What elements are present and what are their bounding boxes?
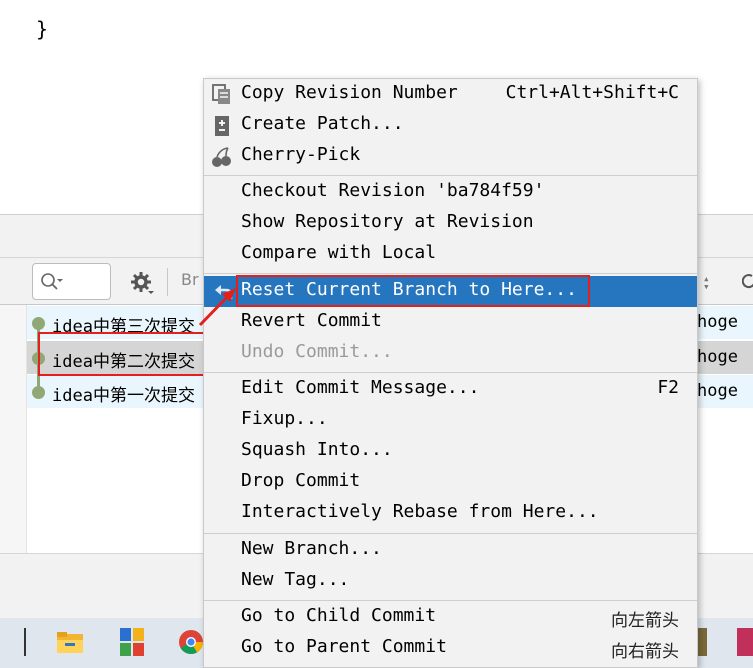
menu-item-squash-into[interactable]: Squash Into... xyxy=(204,436,697,467)
menu-item-shortcut: F2 xyxy=(657,377,679,398)
menu-item-fixup[interactable]: Fixup... xyxy=(204,405,697,436)
menu-item-label: Show Repository at Revision xyxy=(241,211,534,232)
chrome-icon[interactable] xyxy=(178,629,204,655)
menu-item-label: Checkout Revision 'ba784f59' xyxy=(241,180,545,201)
menu-item-go-parent[interactable]: Go to Parent Commit 向右箭头 xyxy=(204,633,697,664)
menu-item-label: Cherry-Pick xyxy=(241,144,361,165)
menu-item-shortcut: Ctrl+Alt+Shift+C xyxy=(505,82,679,103)
annotation-arrow xyxy=(198,288,236,327)
taskbar-separator xyxy=(24,628,26,656)
menu-item-create-patch[interactable]: Create Patch... xyxy=(204,110,697,141)
menu-separator xyxy=(204,533,697,534)
menu-item-label: Compare with Local xyxy=(241,242,437,263)
menu-item-edit-message[interactable]: Edit Commit Message... F2 xyxy=(204,374,697,405)
log-gutter xyxy=(0,305,27,553)
folder-icon[interactable] xyxy=(56,630,84,654)
menu-separator xyxy=(204,600,697,601)
menu-item-label: Drop Commit xyxy=(241,470,361,491)
menu-item-go-child[interactable]: Go to Child Commit 向左箭头 xyxy=(204,602,697,633)
menu-item-cherry-pick[interactable]: Cherry-Pick xyxy=(204,141,697,172)
menu-highlight-box xyxy=(236,275,590,307)
app-tiles-icon[interactable] xyxy=(120,628,144,656)
commit-author: hoge xyxy=(697,312,738,332)
menu-item-label: Go to Parent Commit xyxy=(241,636,447,657)
commit-author: hoge xyxy=(697,381,738,401)
menu-item-label: Squash Into... xyxy=(241,439,393,460)
menu-item-label: Undo Commit... xyxy=(241,341,393,362)
menu-item-new-tag[interactable]: New Tag... xyxy=(204,566,697,597)
menu-item-label: Copy Revision Number xyxy=(241,82,458,103)
menu-item-label: Revert Commit xyxy=(241,310,382,331)
menu-item-label: Interactively Rebase from Here... xyxy=(241,501,599,522)
menu-item-undo-commit: Undo Commit... xyxy=(204,338,697,369)
menu-item-drop-commit[interactable]: Drop Commit xyxy=(204,467,697,498)
menu-item-label: Create Patch... xyxy=(241,113,404,134)
menu-item-label: New Tag... xyxy=(241,569,350,590)
menu-separator xyxy=(204,175,697,176)
taskbar-app-icon[interactable] xyxy=(737,628,753,656)
taskbar-app-icon[interactable] xyxy=(697,628,707,656)
menu-item-shortcut: 向左箭头 xyxy=(611,611,679,631)
code-line-fragment xyxy=(0,0,753,12)
menu-item-copy-revision[interactable]: Copy Revision Number Ctrl+Alt+Shift+C xyxy=(204,79,697,110)
code-line-partial xyxy=(0,0,753,12)
closing-brace: } xyxy=(36,17,49,41)
commit-graph-node xyxy=(32,386,45,399)
patch-icon xyxy=(215,116,229,136)
copy-icon xyxy=(212,84,230,104)
sort-dropdown-icon[interactable]: ▴ ▾ xyxy=(703,273,715,292)
menu-item-compare-local[interactable]: Compare with Local xyxy=(204,239,697,270)
menu-item-checkout-revision[interactable]: Checkout Revision 'ba784f59' xyxy=(204,177,697,208)
refresh-icon[interactable] xyxy=(742,268,753,296)
menu-item-shortcut: 向右箭头 xyxy=(611,642,679,662)
commit-message: idea中第一次提交 xyxy=(52,386,195,406)
commit-graph-node xyxy=(32,317,45,330)
menu-separator xyxy=(204,372,697,373)
menu-item-new-branch[interactable]: New Branch... xyxy=(204,535,697,566)
toolbar-divider xyxy=(167,268,168,296)
cherry-icon xyxy=(212,147,231,167)
context-menu: Copy Revision Number Ctrl+Alt+Shift+C Cr… xyxy=(203,78,698,668)
menu-item-label: Go to Child Commit xyxy=(241,605,437,626)
menu-item-interactive-rebase[interactable]: Interactively Rebase from Here... xyxy=(204,498,697,529)
commit-author: hoge xyxy=(697,347,738,367)
gear-icon[interactable] xyxy=(129,270,155,296)
menu-item-revert-commit[interactable]: Revert Commit xyxy=(204,307,697,338)
menu-item-show-repository[interactable]: Show Repository at Revision xyxy=(204,208,697,239)
menu-separator xyxy=(204,273,697,274)
menu-item-label: New Branch... xyxy=(241,538,382,559)
commit-highlight-box xyxy=(38,332,210,376)
menu-item-label: Fixup... xyxy=(241,408,328,429)
menu-item-label: Edit Commit Message... xyxy=(241,377,480,398)
search-icon[interactable] xyxy=(40,272,64,292)
